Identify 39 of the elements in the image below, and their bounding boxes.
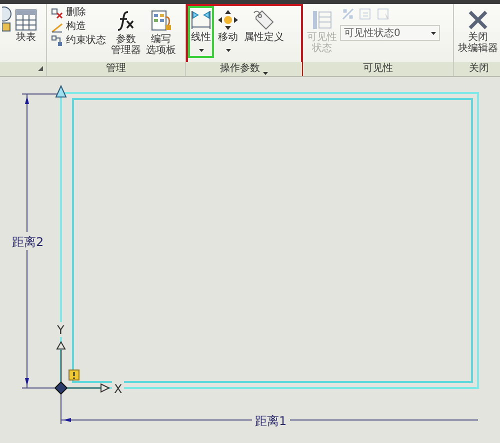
show-icon <box>359 7 373 21</box>
ribbon-small-button[interactable]: 约束状态 <box>49 34 108 47</box>
ribbon-button[interactable]: 移动 <box>215 6 241 58</box>
panel-title: 管理 <box>106 63 126 75</box>
dropdown-caret-icon <box>431 32 436 34</box>
axis-label: X <box>114 382 122 396</box>
caret-icon <box>198 49 204 52</box>
parameter-grip[interactable] <box>55 84 67 98</box>
close-icon <box>467 9 489 31</box>
dialog-launcher-icon[interactable] <box>38 66 43 71</box>
visibility-state-dropdown[interactable]: 可见性状态0 <box>340 25 440 41</box>
ribbon-button[interactable]: 块表 <box>13 6 39 46</box>
construction-icon <box>51 20 63 32</box>
table-icon <box>15 9 37 31</box>
caret-icon <box>226 49 230 52</box>
base-point-grip[interactable] <box>54 381 68 395</box>
dimension-label: 距离2 <box>12 235 44 249</box>
move-icon <box>217 9 239 31</box>
ribbon-button[interactable]: 编写 选项板 <box>144 6 178 59</box>
panel-title: 可见性 <box>363 63 393 75</box>
dimension-label: 距离1 <box>255 414 287 428</box>
ribbon-button[interactable]: 参数 管理器 <box>109 6 143 59</box>
panel-title: 关闭 <box>469 63 489 75</box>
panel-menu-caret-icon <box>263 72 268 74</box>
delete-icon <box>51 6 63 18</box>
hide-icon <box>377 7 391 21</box>
visibility-states-icon <box>311 9 333 31</box>
axis-label: Y <box>57 323 64 337</box>
ribbon-small-button[interactable]: 删除 <box>49 6 108 19</box>
linear-icon <box>190 9 212 31</box>
ribbon-button[interactable]: 关闭 块编辑器 <box>456 6 500 57</box>
ribbon-small-button[interactable]: 构造 <box>49 20 108 33</box>
palette-icon <box>149 9 173 33</box>
ribbon-button[interactable]: 线性 <box>188 6 214 58</box>
ribbon-button[interactable]: 属性定义 <box>242 6 286 46</box>
panel-title: 操作参数 <box>220 63 260 75</box>
tag-icon <box>253 9 275 31</box>
constraint-icon <box>51 34 63 46</box>
visibility-toggle-icon <box>341 7 355 21</box>
